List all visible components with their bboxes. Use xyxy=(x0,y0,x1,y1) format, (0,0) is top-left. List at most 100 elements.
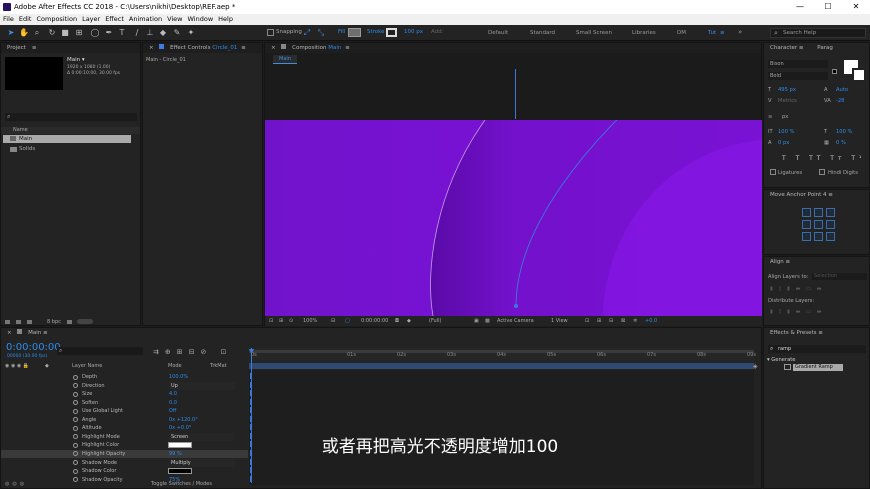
camera-dropdown[interactable]: Active Camera xyxy=(497,316,534,326)
av-features-icon[interactable]: ◉ ◉ ◉ 🔒 xyxy=(5,362,29,370)
property-row[interactable]: Depth 100.0% xyxy=(1,373,248,381)
vscale-value[interactable]: 100 % xyxy=(778,129,794,135)
kerning-value[interactable]: Metrics xyxy=(778,98,797,104)
property-row[interactable]: Direction Up xyxy=(1,381,248,390)
align-to-dropdown[interactable]: Selection xyxy=(812,273,867,280)
comp-name-label[interactable]: Main ▾ xyxy=(67,57,85,63)
timeline-bottom-icons[interactable]: ◎◎◎ xyxy=(5,481,27,487)
property-dropdown[interactable]: Up xyxy=(169,381,235,390)
effect-controls-tab-label[interactable]: Effect Controls xyxy=(170,45,210,51)
stopwatch-icon[interactable] xyxy=(73,434,78,440)
grid-icon[interactable]: ⊞ xyxy=(279,316,283,326)
zoom-tool-icon[interactable]: ⌕ xyxy=(32,28,42,38)
menu-edit[interactable]: Edit xyxy=(19,14,32,25)
black-swatch[interactable] xyxy=(832,69,837,74)
font-style-dropdown[interactable]: Bold xyxy=(768,72,828,80)
selection-tool-icon[interactable]: ➤ xyxy=(6,28,16,38)
transparency-icon[interactable]: ▩ xyxy=(485,316,490,326)
timeline-icon[interactable]: ⊞ xyxy=(597,316,601,326)
stopwatch-icon[interactable] xyxy=(73,451,78,457)
property-track[interactable] xyxy=(250,432,251,439)
menu-effect[interactable]: Effect xyxy=(105,14,124,25)
project-column-header[interactable]: Name xyxy=(1,127,140,134)
anchor-top[interactable] xyxy=(814,208,823,217)
property-value[interactable]: 99 % xyxy=(169,450,182,458)
property-track[interactable] xyxy=(250,381,251,388)
workspace-overflow-icon[interactable]: » xyxy=(738,28,742,36)
property-track[interactable] xyxy=(250,415,251,422)
anchor-top-right[interactable] xyxy=(826,208,835,217)
effects-group-generate[interactable]: ▾ Generate xyxy=(767,357,796,363)
timeline-search-input[interactable]: ⌕ xyxy=(57,347,143,355)
close-button[interactable]: ✕ xyxy=(842,0,870,14)
color-swatch[interactable] xyxy=(168,468,192,475)
mode-header[interactable]: Mode xyxy=(168,362,182,370)
anchor-bottom[interactable] xyxy=(814,232,823,241)
property-track[interactable] xyxy=(250,467,251,474)
maximize-button[interactable]: ☐ xyxy=(814,0,842,14)
ellipse-tool-icon[interactable]: ◯ xyxy=(90,28,100,38)
property-value[interactable]: Off xyxy=(169,407,176,415)
menu-layer[interactable]: Layer xyxy=(82,14,100,25)
view-options-icon[interactable]: ⊡ xyxy=(585,316,589,326)
stroke-width-value[interactable]: 100 px xyxy=(404,29,423,35)
views-dropdown[interactable]: 1 View xyxy=(551,316,568,326)
ligatures-checkbox[interactable] xyxy=(770,169,776,175)
anchor-left[interactable] xyxy=(802,220,811,229)
snap-expand-icon[interactable]: ⤡ xyxy=(316,28,326,38)
effect-controls-lock-icon[interactable]: × xyxy=(149,45,154,51)
menu-composition[interactable]: Composition xyxy=(36,14,77,25)
anchor-top-left[interactable] xyxy=(802,208,811,217)
workspace-small-screen[interactable]: Small Screen xyxy=(576,30,612,36)
effect-controls-layer-name[interactable]: Circle_01 xyxy=(212,45,237,51)
stroke-color-swatch[interactable] xyxy=(852,68,866,82)
effects-search-input[interactable]: ⌕ ramp xyxy=(768,345,866,353)
magnify-icon[interactable]: ⊡ xyxy=(269,316,273,326)
new-comp-icon[interactable] xyxy=(27,320,32,324)
bpc-label[interactable]: 8 bpc xyxy=(47,319,61,325)
stopwatch-icon[interactable] xyxy=(73,460,78,465)
property-track[interactable] xyxy=(250,373,251,379)
anchor-tab-label[interactable]: Move Anchor Point 4 xyxy=(770,192,827,198)
pen-tool-icon[interactable]: ✒ xyxy=(104,28,114,38)
baseline-value[interactable]: 0 px xyxy=(778,140,789,146)
search-help-field[interactable]: ⌕ Search Help xyxy=(770,28,866,38)
rotate-tool-icon[interactable]: ↻ xyxy=(47,28,57,38)
property-track[interactable] xyxy=(250,424,251,431)
text-style-buttons[interactable]: T T TT Tт T¹ T₁ xyxy=(782,155,870,162)
property-row[interactable]: Highlight Mode Screen xyxy=(1,432,248,441)
property-value[interactable]: 0x +0.0° xyxy=(169,424,191,432)
property-row[interactable]: Highlight Opacity 99 % xyxy=(1,449,248,458)
stopwatch-icon[interactable] xyxy=(73,391,78,397)
brush-tool-icon[interactable]: ∕ xyxy=(132,28,142,38)
layer-duration-bar[interactable] xyxy=(249,363,754,369)
character-tab[interactable]: Character xyxy=(770,45,797,51)
add-label[interactable]: Add: xyxy=(431,29,444,35)
property-value[interactable]: 4.0 xyxy=(169,390,177,398)
property-track[interactable] xyxy=(250,390,251,397)
exposure-value[interactable]: +0.0 xyxy=(645,316,657,326)
menu-file[interactable]: File xyxy=(3,14,14,25)
label-icon[interactable]: ◆ xyxy=(45,362,49,370)
property-track[interactable] xyxy=(250,441,251,448)
stopwatch-icon[interactable] xyxy=(73,477,78,483)
property-track[interactable] xyxy=(250,475,251,482)
eraser-tool-icon[interactable]: ◆ xyxy=(158,28,168,38)
puppet-tool-icon[interactable]: ✦ xyxy=(186,28,196,38)
timeline-tab-label[interactable]: Main xyxy=(28,330,41,336)
workspace-standard[interactable]: Standard xyxy=(530,30,555,36)
roi-icon[interactable]: ▣ xyxy=(474,316,479,326)
property-track[interactable] xyxy=(250,407,251,414)
delete-icon[interactable] xyxy=(67,320,72,324)
project-item-main[interactable]: Main xyxy=(3,135,131,143)
quality-dropdown[interactable]: (Full) xyxy=(429,316,441,326)
clone-tool-icon[interactable]: ⊥ xyxy=(145,28,155,38)
region-icon[interactable]: ▢ xyxy=(345,316,350,326)
comp-button-icon[interactable]: ◈ xyxy=(753,363,758,370)
property-track[interactable] xyxy=(250,458,251,465)
current-time-indicator[interactable] xyxy=(251,348,252,483)
toggle-switches-modes[interactable]: Toggle Switches / Modes xyxy=(151,481,212,487)
stopwatch-icon[interactable] xyxy=(73,417,78,423)
stopwatch-icon[interactable] xyxy=(73,408,78,414)
type-tool-icon[interactable]: T xyxy=(117,28,127,38)
